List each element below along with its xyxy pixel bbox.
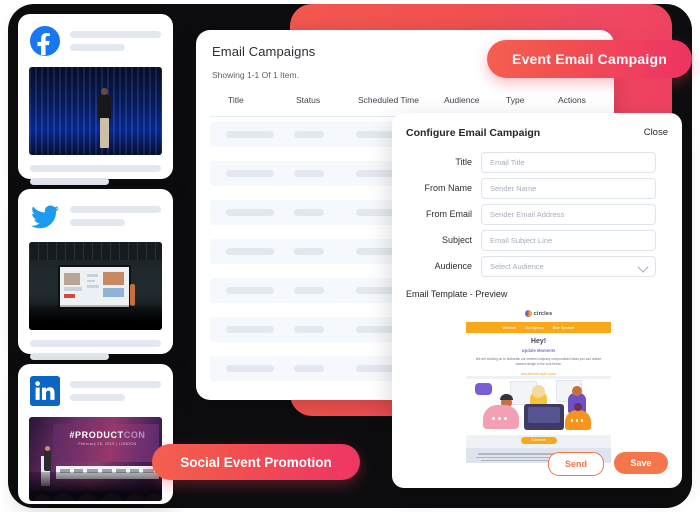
event-banner-subtitle: February 28, 2019 | LONDON — [78, 442, 137, 447]
placeholder-bar — [30, 178, 109, 185]
column-header-type[interactable]: Type — [506, 95, 524, 105]
close-button[interactable]: Close — [644, 127, 668, 138]
social-card-footer — [18, 155, 173, 185]
placeholder-bar — [30, 165, 161, 172]
form-row-audience: Audience Select Audience — [392, 255, 682, 277]
page-title: Email Campaigns — [212, 44, 316, 59]
from-email-input[interactable]: Sender Email Address — [481, 203, 656, 225]
column-header-scheduled-time[interactable]: Scheduled Time — [358, 95, 419, 105]
dialog-title: Configure Email Campaign — [406, 127, 541, 139]
badge-label: Event Email Campaign — [512, 51, 667, 67]
projection-screen — [58, 264, 132, 310]
social-card-footer — [18, 330, 173, 360]
brand-name: circles — [533, 310, 553, 317]
placeholder-bar — [70, 206, 161, 213]
brand-logo-icon — [524, 310, 532, 317]
template-nav-bar: Webinar Our Agency Blue Speaker — [466, 322, 611, 333]
placeholder-bar — [70, 219, 125, 226]
linkedin-icon — [30, 376, 60, 406]
placeholder-lines — [70, 381, 161, 401]
column-header-title[interactable]: Title — [228, 95, 244, 105]
placeholder-bar — [30, 353, 109, 360]
template-illustration — [466, 378, 611, 435]
label-from-name: From Name — [424, 183, 472, 193]
placeholder-bar — [70, 394, 125, 401]
template-nav-item: Blue Speaker — [552, 325, 575, 330]
save-button[interactable]: Save — [614, 452, 668, 474]
form-row-from-name: From Name Sender Name — [392, 177, 682, 199]
template-nav-item: Webinar — [502, 325, 516, 330]
template-body: Hey! Update Moments We are working on to… — [466, 333, 611, 376]
placeholder-bar — [70, 381, 161, 388]
label-audience: Audience — [434, 261, 472, 271]
template-paragraph: We are working on to elaborate our newes… — [475, 357, 602, 367]
audience-select[interactable]: Select Audience — [481, 255, 656, 277]
social-card-header — [18, 364, 173, 406]
column-header-audience[interactable]: Audience — [444, 95, 479, 105]
facebook-icon — [30, 26, 60, 56]
email-template-preview[interactable]: circles Webinar Our Agency Blue Speaker … — [466, 305, 611, 463]
badge-event-email-campaign: Event Email Campaign — [487, 40, 692, 78]
template-link: simpletemes.style.copan — [521, 371, 556, 376]
social-card-linkedin[interactable]: #PRODUCTCON February 28, 2019 | LONDON — [18, 364, 173, 504]
column-header-actions[interactable]: Actions — [558, 95, 586, 105]
label-subject: Subject — [441, 235, 472, 245]
preview-section-label: Email Template - Preview — [406, 289, 508, 299]
result-count-text: Showing 1-1 Of 1 Item. — [212, 70, 299, 80]
template-subheading: Update Moments — [521, 348, 556, 353]
form-row-from-email: From Email Sender Email Address — [392, 203, 682, 225]
social-card-header — [18, 189, 173, 231]
form-row-subject: Subject Email Subject Line — [392, 229, 682, 251]
stage-speaker — [98, 88, 112, 149]
from-name-input[interactable]: Sender Name — [481, 177, 656, 199]
placeholder-bar — [70, 31, 161, 38]
placeholder-bar — [30, 340, 161, 347]
chevron-down-icon — [637, 260, 649, 273]
label-from-email: From Email — [425, 209, 472, 219]
social-card-photo: #PRODUCTCON February 28, 2019 | LONDON — [29, 417, 162, 501]
form-row-title: Title Email Title — [392, 151, 682, 173]
template-cta-button: Subscribe — [520, 436, 557, 444]
column-header-status[interactable]: Status — [296, 95, 320, 105]
label-title: Title — [455, 157, 472, 167]
social-card-twitter[interactable] — [18, 189, 173, 360]
send-button[interactable]: Send — [548, 452, 604, 476]
placeholder-lines — [70, 31, 161, 51]
dialog-actions: Send Save — [548, 452, 668, 476]
social-card-header — [18, 14, 173, 56]
subject-input[interactable]: Email Subject Line — [481, 229, 656, 251]
social-card-facebook[interactable] — [18, 14, 173, 185]
template-logo-bar: circles — [466, 305, 611, 322]
twitter-icon — [30, 205, 60, 229]
placeholder-bar — [70, 44, 125, 51]
badge-label: Social Event Promotion — [180, 454, 332, 470]
social-card-photo — [29, 242, 162, 330]
template-nav-item: Our Agency — [524, 325, 544, 330]
social-card-photo — [29, 67, 162, 155]
configure-form: Title Email Title From Name Sender Name … — [392, 151, 682, 281]
event-banner-title: #PRODUCTCON — [69, 430, 146, 441]
template-heading: Hey! — [530, 338, 547, 345]
title-input[interactable]: Email Title — [481, 151, 656, 173]
screenshot-root: #PRODUCTCON February 28, 2019 | LONDON E… — [0, 0, 700, 512]
audience-select-value: Select Audience — [490, 261, 544, 271]
badge-social-event-promotion: Social Event Promotion — [152, 444, 360, 480]
configure-email-campaign-panel: Configure Email Campaign Close Title Ema… — [392, 113, 682, 488]
placeholder-lines — [70, 206, 161, 226]
